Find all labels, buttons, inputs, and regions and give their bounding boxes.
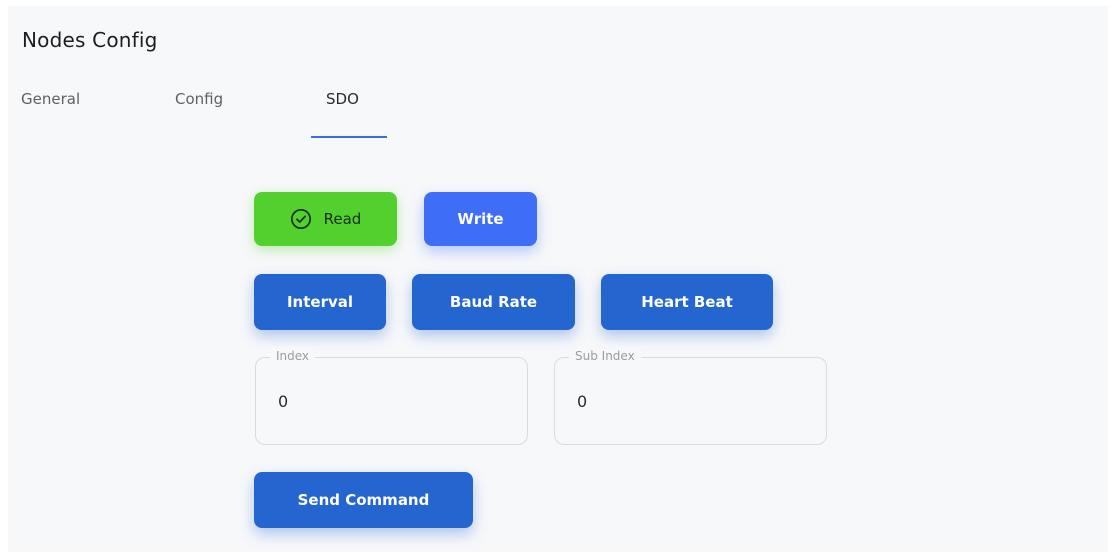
interval-button-label: Interval xyxy=(286,293,354,311)
tab-general[interactable]: General xyxy=(21,90,80,108)
heart-beat-button[interactable]: Heart Beat xyxy=(601,274,773,330)
check-circle-icon xyxy=(290,209,311,229)
write-button-label: Write xyxy=(457,210,504,228)
send-command-button-label: Send Command xyxy=(297,491,430,509)
heart-beat-button-label: Heart Beat xyxy=(641,293,733,311)
send-command-button[interactable]: Send Command xyxy=(254,472,473,528)
write-button[interactable]: Write xyxy=(424,192,537,246)
baud-rate-button-label: Baud Rate xyxy=(449,293,538,311)
tab-config[interactable]: Config xyxy=(175,90,223,108)
active-tab-indicator xyxy=(311,136,387,138)
index-label: Index xyxy=(270,349,316,363)
index-input[interactable] xyxy=(278,386,498,416)
read-button[interactable]: Read xyxy=(254,192,397,246)
page-title: Nodes Config xyxy=(22,28,158,52)
sub-index-label: Sub Index xyxy=(569,349,641,363)
nodes-config-panel: Nodes Config General Config SDO Read Wri… xyxy=(8,6,1108,552)
index-field: Index xyxy=(255,349,528,445)
baud-rate-button[interactable]: Baud Rate xyxy=(412,274,575,330)
interval-button[interactable]: Interval xyxy=(254,274,386,330)
read-button-label: Read xyxy=(323,210,362,228)
sub-index-field: Sub Index xyxy=(554,349,827,445)
tab-sdo[interactable]: SDO xyxy=(326,90,359,108)
sub-index-input[interactable] xyxy=(577,386,797,416)
